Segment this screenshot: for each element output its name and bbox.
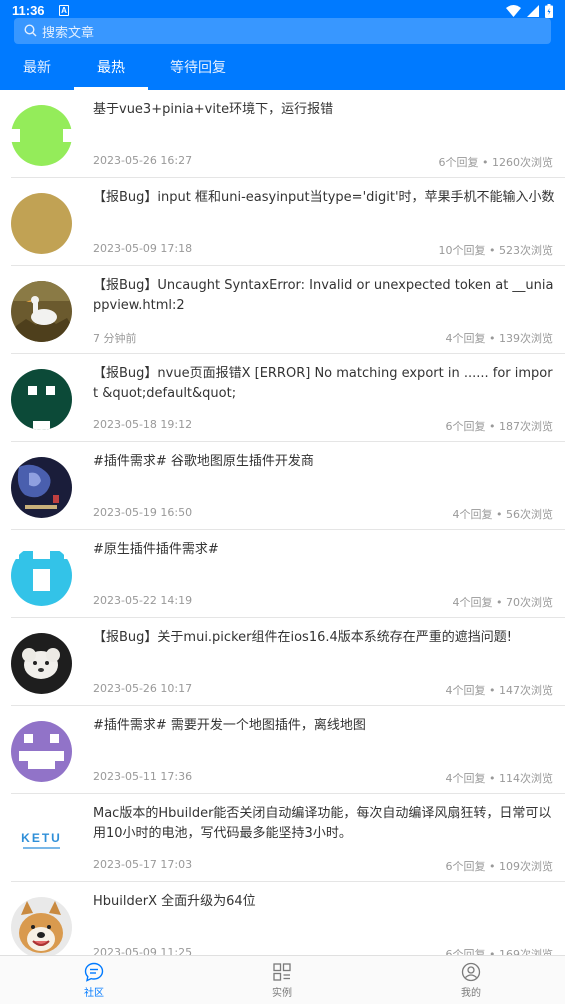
article-stats: 10个回复 • 523次浏览 [438,244,553,257]
article-date: 2023-05-26 16:27 [93,154,193,167]
article-item[interactable]: 【报Bug】Uncaught SyntaxError: Invalid or u… [0,266,565,354]
article-date: 2023-05-11 17:36 [93,770,193,783]
purple-pixel-avatar [11,721,72,782]
article-title: 【报Bug】input 框和uni-easyinput当type='digit'… [93,190,555,205]
article-title: HbuilderX 全面升级为64位 [93,894,256,909]
article-item[interactable]: KETU Mac版本的Hbuilder能否关闭自动编译功能，每次自动编译风扇狂转… [0,794,565,882]
user-icon [461,962,481,982]
article-date: 2023-05-19 16:50 [93,506,193,519]
nav-label: 社区 [84,988,104,999]
grid-icon [273,963,291,981]
article-stats: 4个回复 • 139次浏览 [445,332,553,345]
search-placeholder: 搜索文章 [42,26,95,41]
article-date: 2023-05-09 17:18 [93,242,193,255]
chat-icon [84,962,104,982]
tab-hottest[interactable]: 最热 [74,50,148,90]
tab-bar: 最新 最热 等待回复 [0,50,565,90]
status-icons [506,4,553,18]
article-date: 2023-05-18 19:12 [93,418,193,431]
wifi-icon [506,5,521,17]
article-stats: 6个回复 • 109次浏览 [445,860,553,873]
article-item[interactable]: 【报Bug】input 框和uni-easyinput当type='digit'… [0,178,565,266]
article-title: 基于vue3+pinia+vite环境下，运行报错 [93,102,334,117]
article-item[interactable]: #插件需求# 需要开发一个地图插件，离线地图 2023-05-11 17:36 … [0,706,565,794]
nav-profile[interactable]: 我的 [431,962,511,999]
shiba-photo-avatar [11,897,72,958]
blue-art-avatar [11,457,72,518]
article-title: #插件需求# 谷歌地图原生插件开发商 [93,454,314,469]
article-stats: 6个回复 • 1260次浏览 [438,156,553,169]
signal-icon [527,5,539,17]
notification-icon: A [59,5,69,16]
article-title: 【报Bug】Uncaught SyntaxError: Invalid or u… [93,278,554,313]
nav-examples[interactable]: 实例 [242,962,322,999]
article-title: 【报Bug】nvue页面报错X [ERROR] No matching expo… [93,366,553,401]
article-title: Mac版本的Hbuilder能否关闭自动编译功能，每次自动编译风扇狂转，日常可以… [93,806,552,841]
tab-awaiting-reply[interactable]: 等待回复 [158,50,238,90]
article-stats: 4个回复 • 114次浏览 [445,772,553,785]
bottom-nav: 社区 实例 我的 [0,955,565,1004]
article-title: #插件需求# 需要开发一个地图插件，离线地图 [93,718,366,733]
dark-green-pixel-avatar [11,369,72,430]
article-date: 2023-05-22 14:19 [93,594,193,607]
article-stats: 4个回复 • 56次浏览 [452,508,553,521]
app-header: 11:36 A 搜索文章 最新 最热 等待回复 [0,0,565,90]
article-item[interactable]: 基于vue3+pinia+vite环境下，运行报错 2023-05-26 16:… [0,90,565,178]
ketu-logo-avatar: KETU [11,809,72,870]
goose-photo-avatar [11,281,72,342]
article-title: #原生插件插件需求# [93,542,219,557]
article-date: 2023-05-17 17:03 [93,858,193,871]
nav-community[interactable]: 社区 [54,962,134,999]
nav-label: 我的 [461,988,481,999]
nav-label: 实例 [272,988,292,999]
article-item[interactable]: #插件需求# 谷歌地图原生插件开发商 2023-05-19 16:50 4个回复… [0,442,565,530]
article-item[interactable]: 【报Bug】nvue页面报错X [ERROR] No matching expo… [0,354,565,442]
article-date: 7 分钟前 [93,332,137,345]
dog-photo-avatar [11,633,72,694]
article-item[interactable]: 【报Bug】关于mui.picker组件在ios16.4版本系统存在严重的遮挡问… [0,618,565,706]
tab-latest[interactable]: 最新 [0,50,74,90]
ketu-logo-text: KETU [21,831,62,845]
article-item[interactable]: #原生插件插件需求# 2023-05-22 14:19 4个回复 • 70次浏览 [0,530,565,618]
article-title: 【报Bug】关于mui.picker组件在ios16.4版本系统存在严重的遮挡问… [93,630,512,645]
search-icon [24,24,37,37]
status-time: 11:36 [12,3,45,18]
article-stats: 4个回复 • 70次浏览 [452,596,553,609]
green-pixel-avatar [11,105,72,166]
search-input[interactable]: 搜索文章 [14,18,551,44]
article-stats: 6个回复 • 187次浏览 [445,420,553,433]
plain-gold-avatar [11,193,72,254]
battery-icon [545,4,553,18]
article-stats: 4个回复 • 147次浏览 [445,684,553,697]
article-date: 2023-05-26 10:17 [93,682,193,695]
cyan-pixel-avatar [11,545,72,606]
